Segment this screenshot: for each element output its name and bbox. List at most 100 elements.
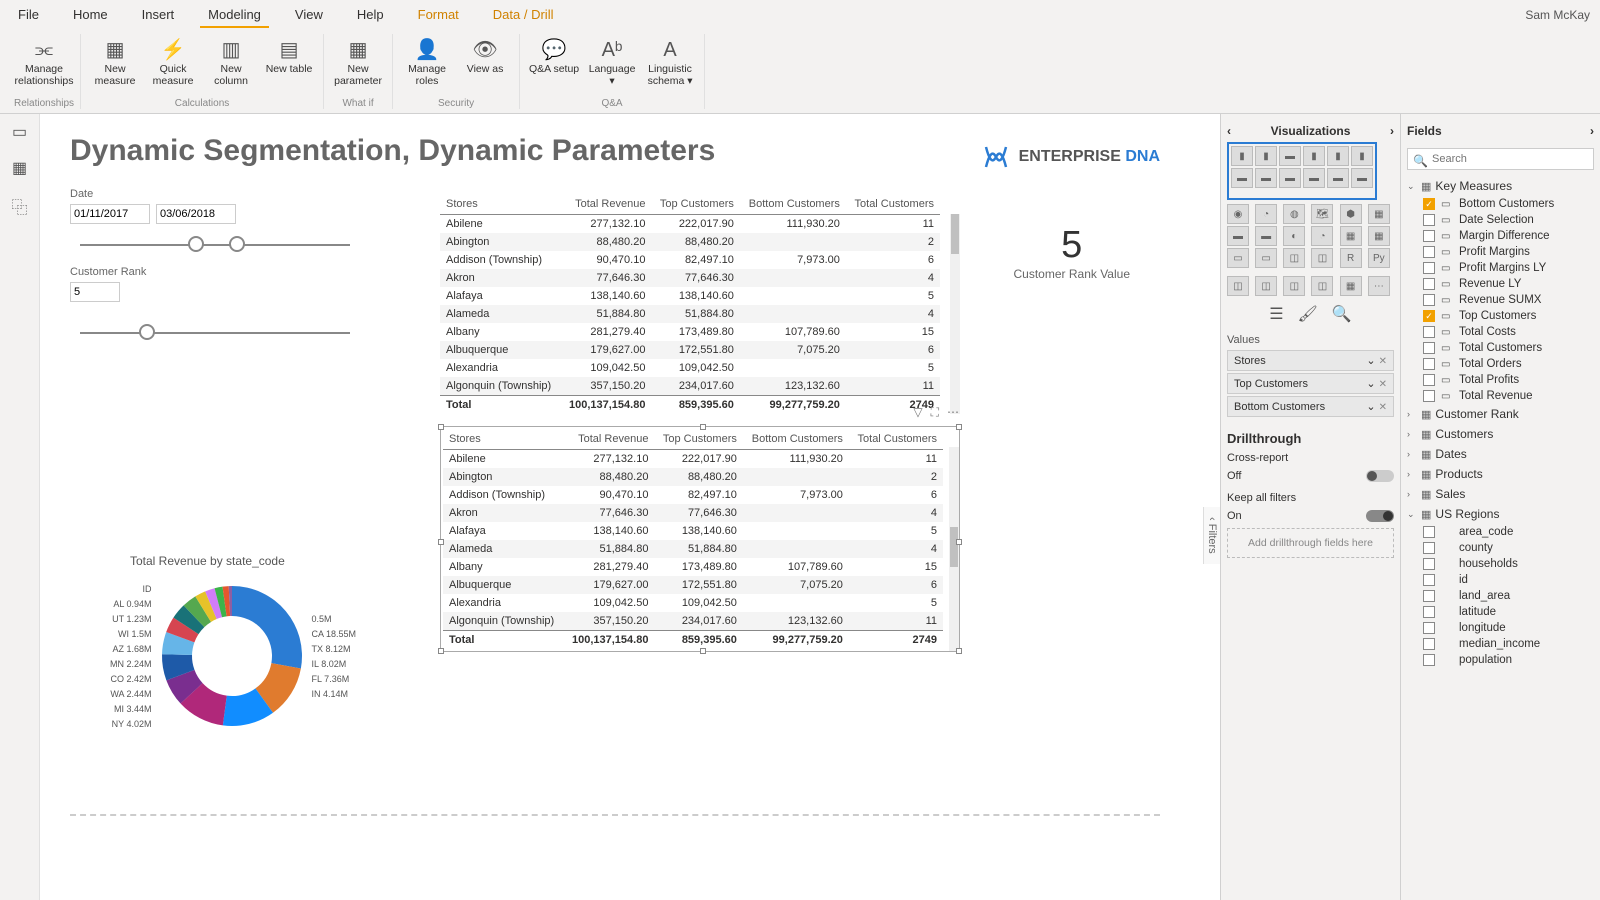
fields-table-customers[interactable]: ›▦Customers (1407, 424, 1594, 444)
table-row[interactable]: Alexandria109,042.50109,042.505 (443, 594, 943, 612)
table-row[interactable]: Abington88,480.2088,480.202 (440, 233, 940, 251)
viz-type-icon[interactable]: Py (1368, 248, 1390, 268)
fields-well-icon[interactable]: ☰ (1269, 304, 1283, 324)
table-row[interactable]: Alameda51,884.8051,884.804 (443, 540, 943, 558)
viz-type-icon[interactable]: ▦ (1368, 226, 1390, 246)
fields-table-sales[interactable]: ›▦Sales (1407, 484, 1594, 504)
remove-icon[interactable]: ✕ (1379, 402, 1387, 413)
field-land_area[interactable]: land_area (1407, 588, 1594, 604)
field-population[interactable]: population (1407, 652, 1594, 668)
stores-table-2[interactable]: StoresTotal RevenueTop CustomersBottom C… (443, 429, 943, 649)
field-households[interactable]: households (1407, 556, 1594, 572)
viz-type-icon[interactable]: ◫ (1283, 248, 1305, 268)
table-row[interactable]: Algonquin (Township)357,150.20234,017.60… (440, 377, 940, 396)
table-row[interactable]: Akron77,646.3077,646.304 (443, 504, 943, 522)
viz-type-icon[interactable]: ▬ (1327, 168, 1349, 188)
viz-type-icon[interactable]: ◫ (1283, 276, 1305, 296)
field-checkbox[interactable] (1423, 246, 1435, 258)
viz-type-icon[interactable]: ◫ (1227, 276, 1249, 296)
viz-type-icon[interactable]: ▬ (1227, 226, 1249, 246)
field-checkbox[interactable] (1423, 326, 1435, 338)
field-checkbox[interactable] (1423, 374, 1435, 386)
viz-type-icon[interactable]: ▮ (1255, 146, 1277, 166)
fields-table-products[interactable]: ›▦Products (1407, 464, 1594, 484)
field-checkbox[interactable] (1423, 622, 1435, 634)
col-header[interactable]: Total Customers (849, 429, 943, 450)
col-header[interactable]: Top Customers (651, 194, 739, 215)
field-checkbox[interactable]: ✓ (1423, 310, 1435, 322)
col-header[interactable]: Total Revenue (560, 194, 651, 215)
cross-report-toggle[interactable] (1366, 470, 1394, 482)
donut-chart[interactable]: Total Revenue by state_code IDAL 0.94MUT… (110, 554, 420, 736)
format-icon[interactable]: 🖌 (1298, 304, 1318, 324)
col-header[interactable]: Total Customers (846, 194, 940, 215)
field-latitude[interactable]: latitude (1407, 604, 1594, 620)
table-row[interactable]: Abilene277,132.10222,017.90111,930.2011 (443, 450, 943, 469)
date-slicer[interactable]: Date (70, 188, 360, 246)
menu-help[interactable]: Help (349, 3, 392, 28)
viz-type-icon[interactable]: ⬢ (1340, 204, 1362, 224)
table-row[interactable]: Akron77,646.3077,646.304 (440, 269, 940, 287)
field-revenuesumx[interactable]: ▭Revenue SUMX (1407, 292, 1594, 308)
value-field-pill[interactable]: Bottom Customers⌄ ✕ (1227, 396, 1394, 417)
viz-type-icon[interactable]: ◉ (1227, 204, 1249, 224)
viz-type-icon[interactable]: ◫ (1311, 248, 1333, 268)
ribbon-viewas[interactable]: 👁View as (457, 34, 513, 89)
field-checkbox[interactable] (1423, 654, 1435, 666)
viz-type-icon[interactable]: ▮ (1231, 146, 1253, 166)
table-scrollbar[interactable] (949, 447, 959, 651)
viz-type-icon[interactable]: ▦ (1340, 276, 1362, 296)
field-checkbox[interactable] (1423, 262, 1435, 274)
field-area_code[interactable]: area_code (1407, 524, 1594, 540)
drillthrough-drop[interactable]: Add drillthrough fields here (1227, 528, 1394, 558)
filters-tab[interactable]: ‹ Filters (1203, 507, 1220, 564)
ribbon-language[interactable]: AᵇLanguage ▾ (584, 34, 640, 89)
field-checkbox[interactable] (1423, 574, 1435, 586)
fields-table-keymeasures[interactable]: ⌄▦Key Measures (1407, 176, 1594, 196)
table-row[interactable]: Addison (Township)90,470.1082,497.107,97… (443, 486, 943, 504)
value-field-pill[interactable]: Top Customers⌄ ✕ (1227, 373, 1394, 394)
analytics-icon[interactable]: 🔍 (1332, 304, 1352, 324)
viz-type-icon[interactable]: ⋯ (1368, 276, 1390, 296)
rank-card[interactable]: 5 Customer Rank Value (1014, 224, 1131, 281)
viz-type-icon[interactable]: ▮ (1351, 146, 1373, 166)
rank-slicer[interactable]: Customer Rank (70, 266, 360, 334)
ribbon-quickmeasure[interactable]: ⚡Quick measure (145, 34, 201, 89)
field-margindifference[interactable]: ▭Margin Difference (1407, 228, 1594, 244)
viz-type-icon[interactable]: ▬ (1279, 168, 1301, 188)
table-scrollbar[interactable] (950, 214, 960, 414)
menu-modeling[interactable]: Modeling (200, 3, 269, 28)
field-profitmargins[interactable]: ▭Profit Margins (1407, 244, 1594, 260)
chevron-down-icon[interactable]: ⌄ (1366, 355, 1375, 367)
viz-type-icon[interactable]: ▦ (1368, 204, 1390, 224)
field-checkbox[interactable] (1423, 390, 1435, 402)
model-view-icon[interactable]: ⿻ (11, 194, 27, 218)
viz-type-icon[interactable]: ▬ (1351, 168, 1373, 188)
field-county[interactable]: county (1407, 540, 1594, 556)
ribbon-newmeasure[interactable]: ▦New measure (87, 34, 143, 89)
field-checkbox[interactable] (1423, 526, 1435, 538)
table-row[interactable]: Algonquin (Township)357,150.20234,017.60… (443, 612, 943, 631)
ribbon-newcolumn[interactable]: ▥New column (203, 34, 259, 89)
field-id[interactable]: id (1407, 572, 1594, 588)
menu-home[interactable]: Home (65, 3, 116, 28)
ribbon-newparameter[interactable]: ▦New parameter (330, 34, 386, 89)
field-profitmarginsly[interactable]: ▭Profit Margins LY (1407, 260, 1594, 276)
field-longitude[interactable]: longitude (1407, 620, 1594, 636)
menu-file[interactable]: File (10, 3, 47, 28)
viz-type-icon[interactable]: ▭ (1227, 248, 1249, 268)
field-checkbox[interactable] (1423, 558, 1435, 570)
table-row[interactable]: Albany281,279.40173,489.80107,789.6015 (440, 323, 940, 341)
field-checkbox[interactable] (1423, 590, 1435, 602)
field-dateselection[interactable]: ▭Date Selection (1407, 212, 1594, 228)
viz-type-icon[interactable]: 🗺 (1311, 204, 1333, 224)
field-checkbox[interactable] (1423, 638, 1435, 650)
field-checkbox[interactable] (1423, 294, 1435, 306)
table-row[interactable]: Addison (Township)90,470.1082,497.107,97… (440, 251, 940, 269)
ribbon-newtable[interactable]: ▤New table (261, 34, 317, 89)
table-row[interactable]: Abilene277,132.10222,017.90111,930.2011 (440, 215, 940, 234)
fields-table-dates[interactable]: ›▦Dates (1407, 444, 1594, 464)
col-header[interactable]: Bottom Customers (743, 429, 849, 450)
date-slider[interactable] (80, 244, 350, 246)
col-header[interactable]: Top Customers (654, 429, 742, 450)
